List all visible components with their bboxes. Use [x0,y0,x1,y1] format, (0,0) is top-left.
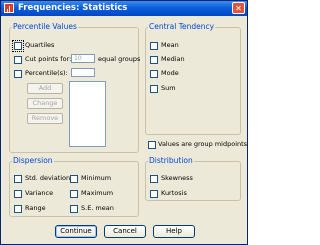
app-icon [4,3,14,13]
mode-checkbox[interactable] [150,70,158,78]
mean-checkbox[interactable] [150,42,158,50]
variance-checkbox[interactable] [14,190,22,198]
maximum-label: Maximum [81,189,114,197]
group-midpoints-label: Values are group midpoints [158,140,248,148]
dispersion-legend: Dispersion [13,156,53,165]
statistics-dialog: Frequencies: Statistics ✕ Percentile Val… [0,0,248,245]
se-mean-label: S.E. mean [81,204,114,212]
range-checkbox[interactable] [14,205,22,213]
minimum-label: Minimum [81,174,112,182]
mean-label: Mean [161,41,179,49]
distribution-group: Distribution [145,157,241,201]
group-midpoints-checkbox[interactable] [148,141,156,149]
add-button[interactable]: Add [27,83,63,94]
std-deviation-label: Std. deviation [25,174,71,182]
median-checkbox[interactable] [150,56,158,64]
distribution-legend: Distribution [149,156,193,165]
quartiles-checkbox[interactable] [12,40,24,52]
std-deviation-checkbox[interactable] [14,175,22,183]
percentile-values-legend: Percentile Values [13,22,77,31]
close-button[interactable]: ✕ [232,2,245,14]
sum-checkbox[interactable] [150,85,158,93]
quartiles-label: Quartiles [25,41,55,49]
mode-label: Mode [161,69,179,77]
change-button[interactable]: Change [27,98,63,109]
remove-button[interactable]: Remove [27,113,63,124]
cut-points-label: Cut points for: [25,55,72,63]
percentile-value-input[interactable] [71,68,95,77]
cut-points-checkbox[interactable] [14,56,22,64]
sum-label: Sum [161,84,176,92]
minimum-checkbox[interactable] [70,175,78,183]
percentiles-label: Percentile(s): [25,69,68,77]
equal-groups-label: equal groups [98,55,141,63]
range-label: Range [25,204,46,212]
skewness-label: Skewness [161,174,193,182]
maximum-checkbox[interactable] [70,190,78,198]
kurtosis-checkbox[interactable] [150,190,158,198]
central-tendency-group: Central Tendency [145,23,241,135]
central-tendency-legend: Central Tendency [149,22,215,31]
variance-label: Variance [25,189,54,197]
skewness-checkbox[interactable] [150,175,158,183]
percentiles-checkbox[interactable] [14,70,22,78]
median-label: Median [161,55,185,63]
se-mean-checkbox[interactable] [70,205,78,213]
help-button[interactable]: Help [153,225,195,238]
continue-button[interactable]: Continue [55,225,97,238]
cut-points-input[interactable]: 10 [71,54,95,63]
percentile-list[interactable] [69,81,106,147]
kurtosis-label: Kurtosis [161,189,187,197]
window-title: Frequencies: Statistics [18,3,128,13]
title-bar[interactable]: Frequencies: Statistics ✕ [1,1,247,16]
cancel-button[interactable]: Cancel [104,225,146,238]
